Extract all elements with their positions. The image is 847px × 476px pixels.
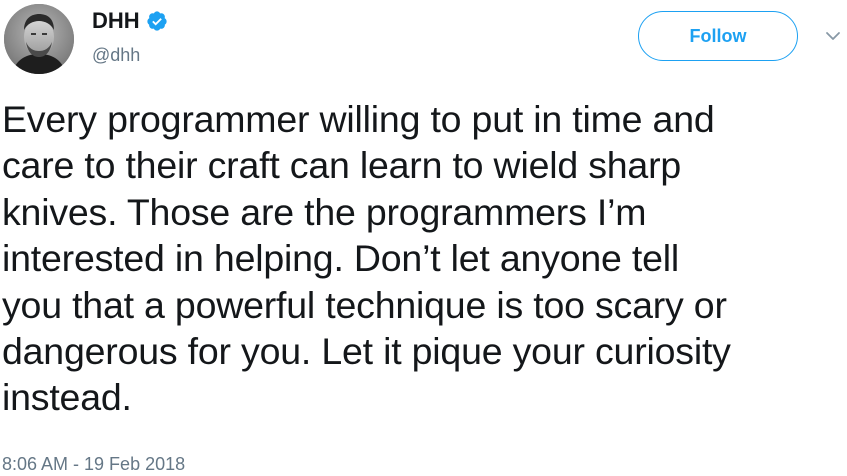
tweet-text-line: you that a powerful technique is too sca… bbox=[2, 283, 727, 326]
chevron-down-icon[interactable] bbox=[824, 27, 842, 45]
follow-button[interactable]: Follow bbox=[638, 11, 798, 61]
author-display-name[interactable]: DHH bbox=[92, 8, 140, 34]
author-name-row: DHH bbox=[92, 8, 168, 34]
verified-badge-icon bbox=[146, 10, 168, 32]
tweet-text-line: instead. bbox=[2, 376, 132, 419]
tweet-text-line: dangerous for you. Let it pique your cur… bbox=[2, 330, 731, 373]
tweet-text-line: knives. Those are the programmers I’m bbox=[2, 190, 647, 233]
author-handle[interactable]: @dhh bbox=[92, 44, 140, 66]
tweet-text-line: care to their craft can learn to wield s… bbox=[2, 144, 682, 187]
profile-photo-icon bbox=[4, 4, 74, 74]
tweet-timestamp[interactable]: 8:06 AM - 19 Feb 2018 bbox=[2, 454, 185, 474]
tweet-text-line: Every programmer willing to put in time … bbox=[2, 98, 715, 140]
avatar[interactable] bbox=[4, 4, 74, 74]
tweet-text: Every programmer willing to put in time … bbox=[2, 96, 840, 421]
tweet-card: DHH @dhh Follow Every programmer willing… bbox=[0, 0, 847, 476]
tweet-text-line: interested in helping. Don’t let anyone … bbox=[2, 237, 680, 280]
